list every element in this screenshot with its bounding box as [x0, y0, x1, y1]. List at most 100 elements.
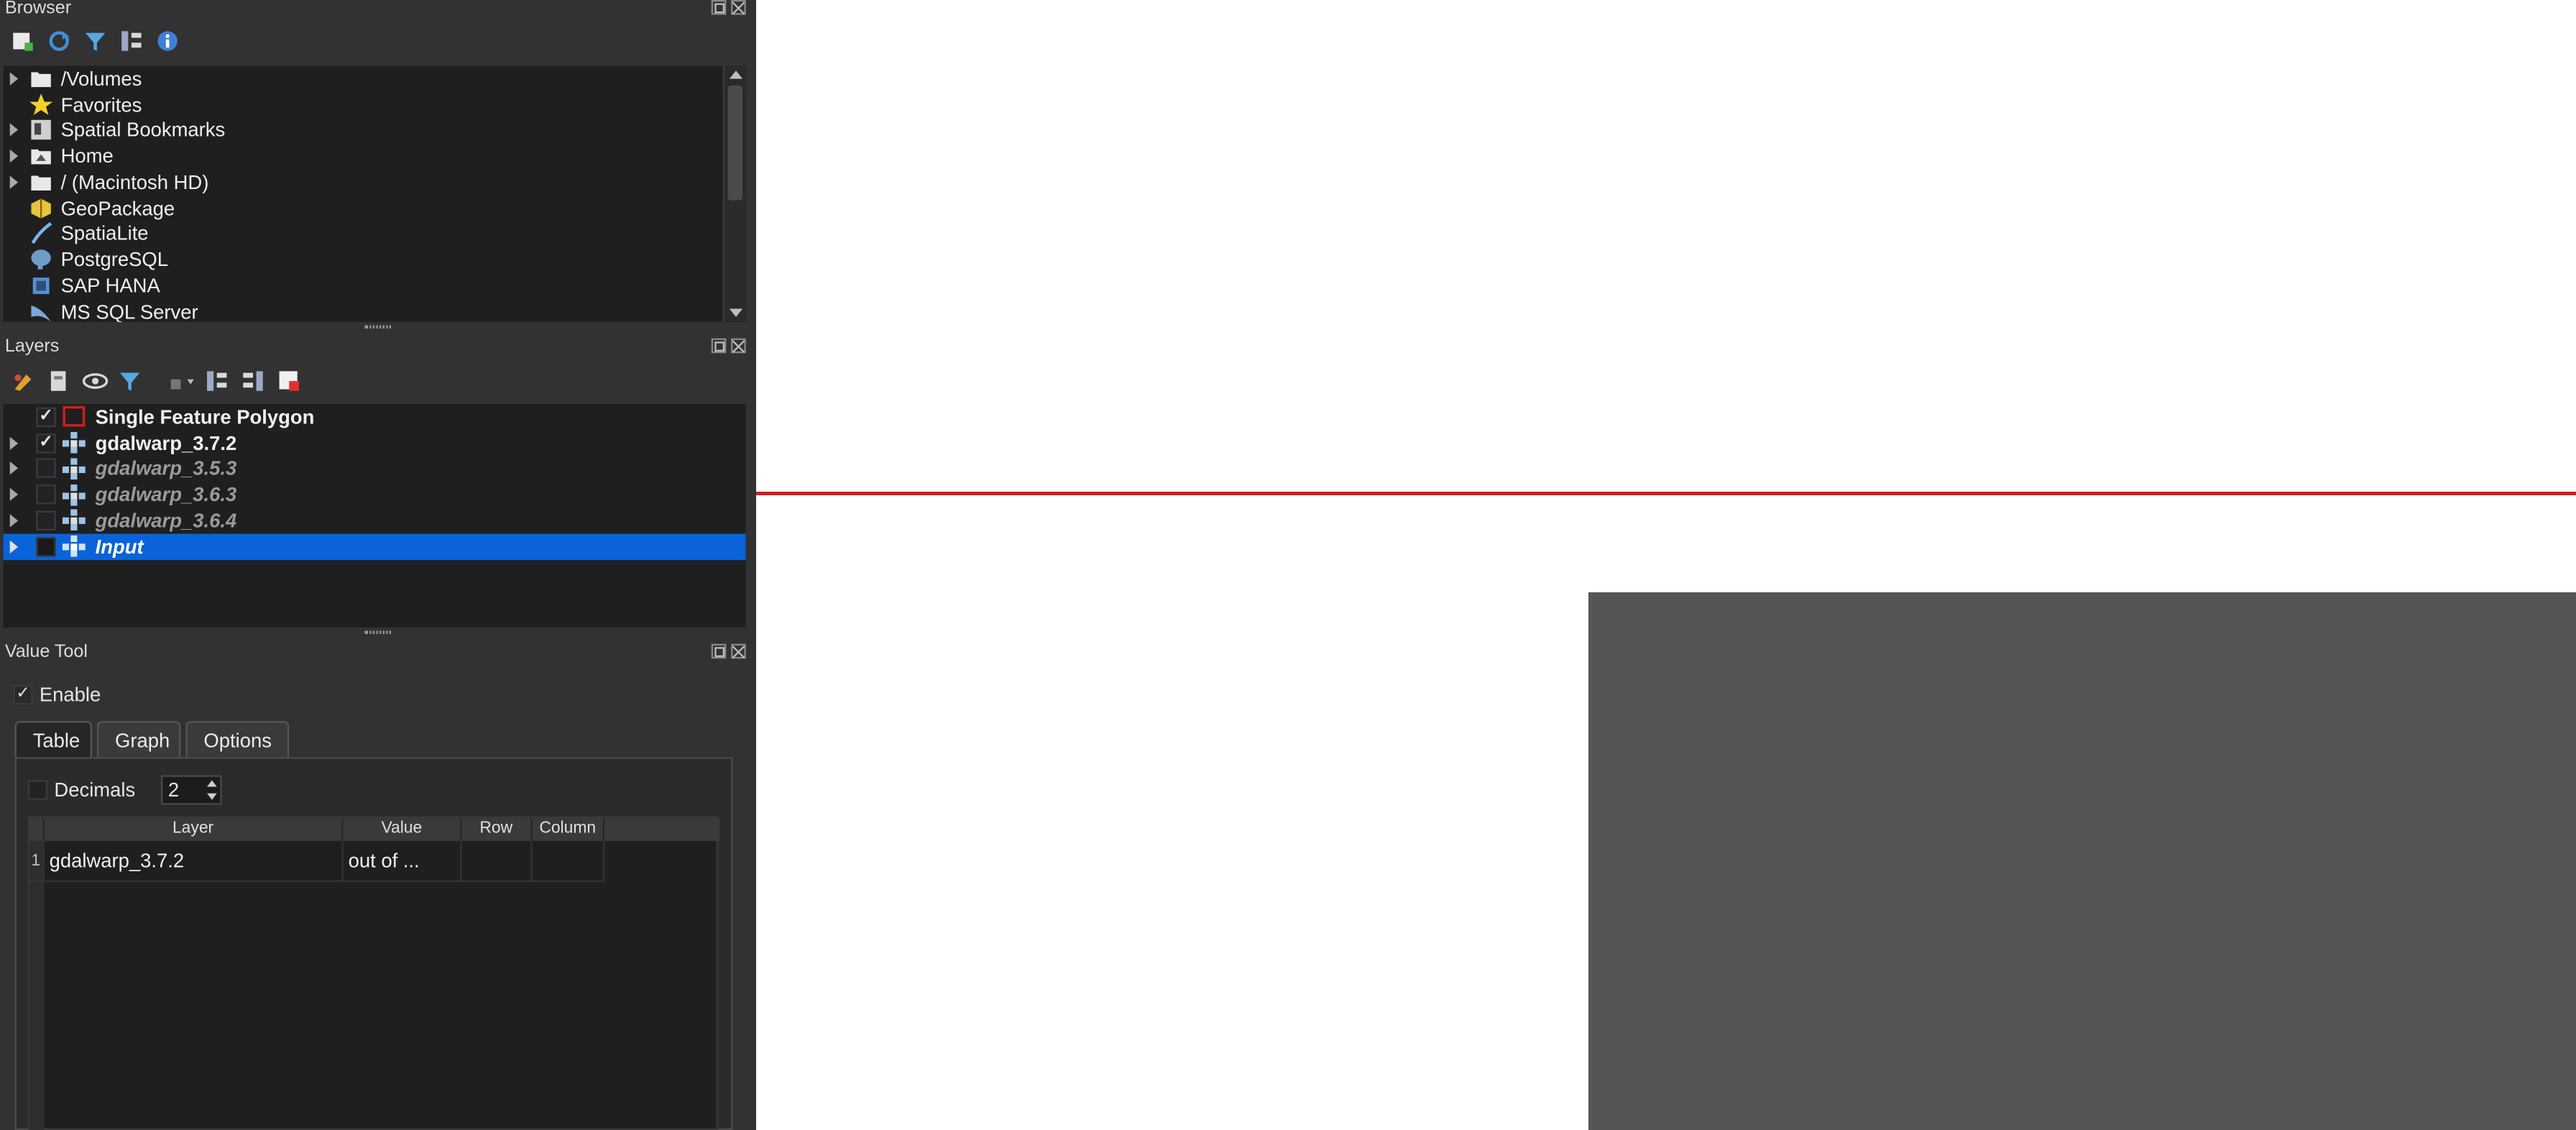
column-header-column[interactable]: Column — [532, 817, 605, 841]
browser-item-postgresql[interactable]: PostgreSQL — [4, 247, 727, 272]
collapse-all-icon[interactable] — [119, 28, 145, 55]
layer-visibility-checkbox[interactable]: ✓ — [36, 407, 56, 427]
float-panel-icon[interactable] — [711, 643, 727, 659]
spatialite-icon — [29, 222, 52, 245]
visibility-eye-icon[interactable] — [82, 368, 109, 395]
decimals-row: Decimals 2 — [27, 775, 223, 805]
style-manager-icon[interactable] — [10, 368, 37, 395]
raster-layer-icon — [62, 510, 86, 531]
star-icon — [29, 93, 53, 116]
scroll-up-icon[interactable] — [729, 70, 743, 79]
decimals-spinbox[interactable]: 2 — [161, 775, 223, 805]
browser-item-macintosh-hd[interactable]: / (Macintosh HD) — [4, 169, 727, 195]
layer-single-feature-polygon[interactable]: ✓ Single Feature Polygon — [4, 404, 746, 430]
expand-all-icon[interactable] — [203, 368, 230, 395]
expand-arrow-icon[interactable] — [9, 72, 19, 86]
layer-visibility-checkbox[interactable]: ✓ — [36, 433, 56, 453]
tab-graph[interactable]: Graph — [96, 721, 181, 758]
collapse-all-icon[interactable] — [240, 368, 267, 395]
close-panel-icon[interactable] — [731, 643, 746, 659]
sap-hana-icon — [29, 275, 52, 296]
expand-arrow-icon[interactable] — [9, 150, 19, 163]
browser-item-sap-hana[interactable]: SAP HANA — [4, 272, 727, 298]
filter-icon[interactable] — [82, 28, 109, 55]
add-group-icon[interactable] — [46, 368, 73, 395]
layer-gdalwarp-363[interactable]: gdalwarp_3.6.3 — [4, 482, 746, 507]
scroll-thumb[interactable] — [727, 85, 743, 201]
layer-gdalwarp-364[interactable]: gdalwarp_3.6.4 — [4, 507, 746, 533]
info-icon[interactable] — [155, 28, 181, 55]
refresh-icon[interactable] — [46, 28, 73, 55]
mssql-icon — [29, 300, 52, 321]
column-header-row[interactable]: Row — [461, 817, 533, 841]
spin-down-icon[interactable] — [207, 793, 218, 800]
browser-tree[interactable]: /Volumes Favorites Spatial Bookmarks Hom… — [3, 65, 746, 322]
scroll-down-icon[interactable] — [729, 308, 743, 317]
browser-item-spatial-bookmarks[interactable]: Spatial Bookmarks — [4, 117, 727, 143]
tab-table[interactable]: Table — [14, 721, 92, 758]
raster-layer-icon — [62, 458, 86, 479]
valuetool-title-text: Value Tool — [4, 642, 88, 662]
row-index: 1 — [29, 840, 45, 882]
remove-layer-icon[interactable] — [276, 368, 303, 395]
add-selected-layers-icon[interactable] — [10, 28, 37, 55]
raster-extent — [1588, 592, 2576, 1130]
layer-visibility-checkbox[interactable] — [36, 510, 56, 530]
expand-arrow-icon[interactable] — [9, 513, 19, 528]
spin-up-icon[interactable] — [207, 780, 218, 787]
cell-column[interactable] — [532, 840, 605, 882]
enable-checkbox[interactable]: ✓ — [13, 684, 33, 705]
browser-item-home[interactable]: Home — [4, 143, 727, 169]
browser-toolbar — [0, 23, 755, 59]
layers-tree[interactable]: ✓ Single Feature Polygon ✓ gdalwarp_3.7.… — [3, 404, 746, 628]
layer-input[interactable]: Input — [3, 533, 746, 560]
expand-arrow-icon[interactable] — [9, 436, 19, 450]
browser-item-mssql[interactable]: MS SQL Server — [4, 298, 727, 322]
map-canvas[interactable] — [756, 0, 2576, 1130]
layers-toolbar — [0, 363, 755, 399]
layer-visibility-checkbox[interactable] — [36, 459, 56, 479]
left-dock: Browser /Volumes Favorites Spatial Bookm… — [0, 0, 756, 1130]
enable-label: Enable — [39, 683, 101, 707]
expand-arrow-icon[interactable] — [9, 461, 19, 476]
expand-arrow-icon[interactable] — [9, 539, 19, 553]
valuetool-panel-title: Value Tool — [0, 642, 755, 671]
close-panel-icon[interactable] — [731, 338, 746, 354]
float-panel-icon[interactable] — [711, 338, 727, 354]
folder-icon — [29, 68, 52, 90]
expand-arrow-icon[interactable] — [9, 124, 19, 137]
raster-layer-icon — [62, 484, 86, 505]
home-folder-icon — [29, 145, 52, 167]
raster-layer-icon — [62, 432, 86, 454]
value-table[interactable]: Layer Value Row Column 1 gdalwarp_3.7.2 … — [27, 816, 720, 1130]
layer-gdalwarp-353[interactable]: gdalwarp_3.5.3 — [4, 456, 746, 482]
layer-visibility-checkbox[interactable] — [36, 536, 56, 556]
expand-arrow-icon[interactable] — [9, 175, 19, 189]
browser-item-volumes[interactable]: /Volumes — [4, 65, 727, 91]
browser-item-geopackage[interactable]: GeoPackage — [4, 195, 727, 221]
browser-scrollbar[interactable] — [722, 65, 746, 322]
float-panel-icon[interactable] — [711, 0, 727, 15]
valuetool-tabs: Table Graph Options — [14, 721, 733, 758]
layers-valuetool-splitter[interactable] — [0, 628, 755, 638]
cell-layer[interactable]: gdalwarp_3.7.2 — [44, 840, 344, 882]
layer-visibility-checkbox[interactable] — [36, 484, 56, 505]
cell-value[interactable]: out of ... — [343, 840, 462, 882]
filter-legend-icon[interactable] — [119, 368, 145, 395]
remove-layer-dropdown-icon[interactable] — [167, 368, 194, 395]
decimals-checkbox[interactable] — [27, 780, 48, 800]
expand-arrow-icon[interactable] — [9, 487, 19, 502]
bookmark-icon — [29, 120, 52, 142]
layer-gdalwarp-372[interactable]: ✓ gdalwarp_3.7.2 — [4, 430, 746, 456]
column-header-layer[interactable]: Layer — [44, 817, 344, 841]
enable-checkbox-row[interactable]: ✓ Enable — [13, 684, 101, 707]
browser-layers-splitter[interactable] — [0, 322, 755, 332]
tab-options[interactable]: Options — [185, 721, 290, 758]
browser-item-spatialite[interactable]: SpatiaLite — [4, 221, 727, 247]
cell-row[interactable] — [461, 840, 533, 882]
browser-item-favorites[interactable]: Favorites — [4, 91, 727, 117]
column-header-value[interactable]: Value — [343, 817, 462, 841]
postgresql-icon — [29, 249, 52, 270]
folder-icon — [29, 171, 52, 193]
close-panel-icon[interactable] — [731, 0, 746, 15]
